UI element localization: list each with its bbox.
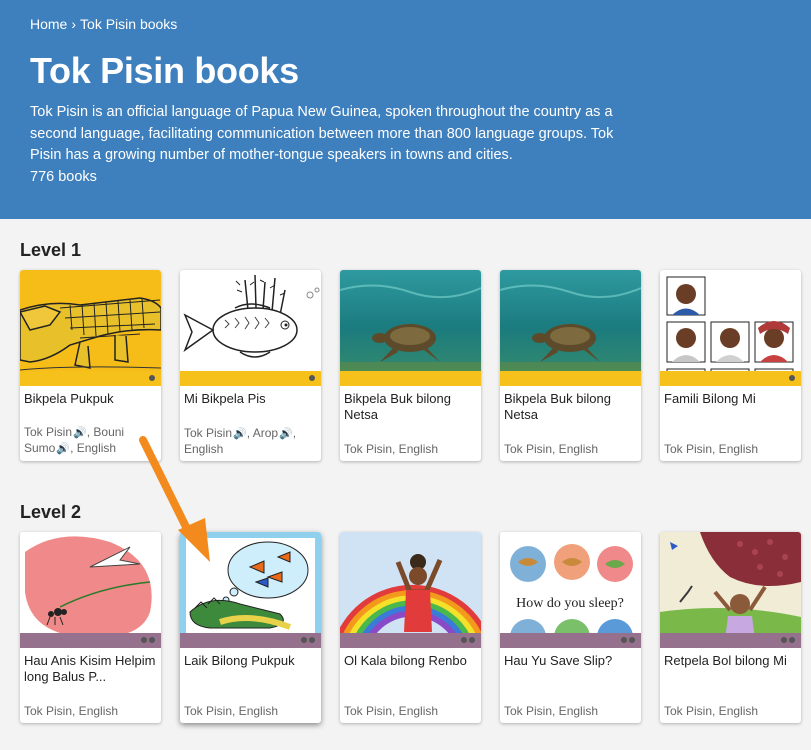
book-card-retpela-bol-bilong-mi[interactable]: Retpela Bol bilong Mi Tok Pisin, English xyxy=(660,532,801,723)
level-band xyxy=(340,633,481,648)
book-cover-image xyxy=(20,270,161,386)
speaker-icon: 🔊 xyxy=(56,443,71,455)
book-languages: Tok Pisin, English xyxy=(504,442,599,456)
book-title: Famili Bilong Mi xyxy=(664,391,756,406)
book-cover-image: How do you sleep? xyxy=(500,532,641,648)
level-dot xyxy=(461,637,467,643)
breadcrumb-current: Tok Pisin books xyxy=(80,16,178,32)
book-card-mi-bikpela-pis[interactable]: Mi Bikpela Pis Tok Pisin🔊, Arop🔊, Englis… xyxy=(180,270,321,461)
level-dot xyxy=(469,637,475,643)
book-cover-image xyxy=(660,270,801,386)
level-dot xyxy=(301,637,307,643)
book-title: Bikpela Pukpuk xyxy=(24,391,114,406)
level-band xyxy=(500,371,641,386)
book-card-bikpela-pukpuk[interactable]: Bikpela Pukpuk Tok Pisin🔊, Bouni Sumo🔊, … xyxy=(20,270,161,461)
book-cover-image xyxy=(500,270,641,386)
book-title: Mi Bikpela Pis xyxy=(184,391,266,406)
level-band xyxy=(500,633,641,648)
book-cover-image xyxy=(180,270,321,386)
book-title: Hau Anis Kisim Helpim long Balus P... xyxy=(24,653,156,684)
book-cover-image xyxy=(340,532,481,648)
book-cover-image xyxy=(20,532,161,648)
book-cover-image xyxy=(660,532,801,648)
level-dot xyxy=(789,637,795,643)
level-dot xyxy=(149,637,155,643)
book-languages: Tok Pisin, English xyxy=(24,704,119,718)
book-languages: Tok Pisin, English xyxy=(504,704,599,718)
level-dot xyxy=(781,637,787,643)
book-languages: Tok Pisin, English xyxy=(184,704,279,718)
book-title: Bikpela Buk bilong Netsa xyxy=(504,391,611,422)
language-name: Tok Pisin xyxy=(184,426,233,440)
language-name: , English xyxy=(70,441,117,455)
level-band xyxy=(180,633,321,648)
book-languages: Tok Pisin, English xyxy=(344,704,439,718)
book-cover-image xyxy=(340,270,481,386)
book-title: Retpela Bol bilong Mi xyxy=(664,653,787,668)
book-languages: Tok Pisin🔊, Arop🔊, English xyxy=(184,426,318,457)
book-title: Hau Yu Save Slip? xyxy=(504,653,613,668)
book-card-ol-kala-bilong-renbo[interactable]: Ol Kala bilong Renbo Tok Pisin, English xyxy=(340,532,481,723)
breadcrumb: Home › Tok Pisin books xyxy=(30,16,177,32)
book-title: Ol Kala bilong Renbo xyxy=(344,653,467,668)
book-card-laik-bilong-pukpuk[interactable]: Laik Bilong Pukpuk Tok Pisin, English xyxy=(180,532,321,723)
level-band xyxy=(180,371,321,386)
level-2-heading: Level 2 xyxy=(20,502,82,522)
level-dot xyxy=(629,637,635,643)
page-header: Home › Tok Pisin books Tok Pisin books T… xyxy=(0,0,811,219)
book-count: 776 books xyxy=(30,169,97,185)
breadcrumb-home-link[interactable]: Home xyxy=(30,16,67,32)
level-band xyxy=(20,633,161,648)
level-dot xyxy=(309,637,315,643)
speaker-icon: 🔊 xyxy=(279,428,293,440)
book-title: Laik Bilong Pukpuk xyxy=(184,653,295,668)
level-1-heading: Level 1 xyxy=(20,240,82,260)
book-card-hau-anis-kisim-helpim[interactable]: Hau Anis Kisim Helpim long Balus P... To… xyxy=(20,532,161,723)
level-dot xyxy=(141,637,147,643)
speaker-icon: 🔊 xyxy=(73,427,87,439)
book-languages: Tok Pisin🔊, Bouni Sumo🔊, English xyxy=(24,425,158,457)
cover-text: How do you sleep? xyxy=(516,596,624,611)
book-languages: Tok Pisin, English xyxy=(664,442,759,456)
level-dot xyxy=(149,375,155,381)
book-card-hau-yu-save-slip[interactable]: How do you sleep? Hau Yu Save Slip? Tok … xyxy=(500,532,641,723)
level-band xyxy=(660,633,801,648)
level-band xyxy=(660,371,801,386)
level-dot xyxy=(621,637,627,643)
level-dot xyxy=(789,375,795,381)
book-title: Bikpela Buk bilong Netsa xyxy=(344,391,451,422)
book-card-bikpela-buk-bilong-netsa[interactable]: Bikpela Buk bilong Netsa Tok Pisin, Engl… xyxy=(340,270,481,461)
language-name: , Arop xyxy=(246,426,279,440)
book-languages: Tok Pisin, English xyxy=(344,442,439,456)
level-dot xyxy=(309,375,315,381)
level-band xyxy=(340,371,481,386)
book-languages: Tok Pisin, English xyxy=(664,704,759,718)
breadcrumb-separator: › xyxy=(71,16,77,32)
language-description: Tok Pisin is an official language of Pap… xyxy=(30,104,614,163)
book-card-bikpela-buk-bilong-netsa-2[interactable]: Bikpela Buk bilong Netsa Tok Pisin, Engl… xyxy=(500,270,641,461)
level-band xyxy=(20,371,161,386)
page-title: Tok Pisin books xyxy=(30,50,299,91)
speaker-icon: 🔊 xyxy=(233,428,247,440)
book-card-famili-bilong-mi[interactable]: Famili Bilong Mi Tok Pisin, English xyxy=(660,270,801,461)
language-name: Tok Pisin xyxy=(24,425,73,439)
book-cover-image xyxy=(180,532,321,648)
